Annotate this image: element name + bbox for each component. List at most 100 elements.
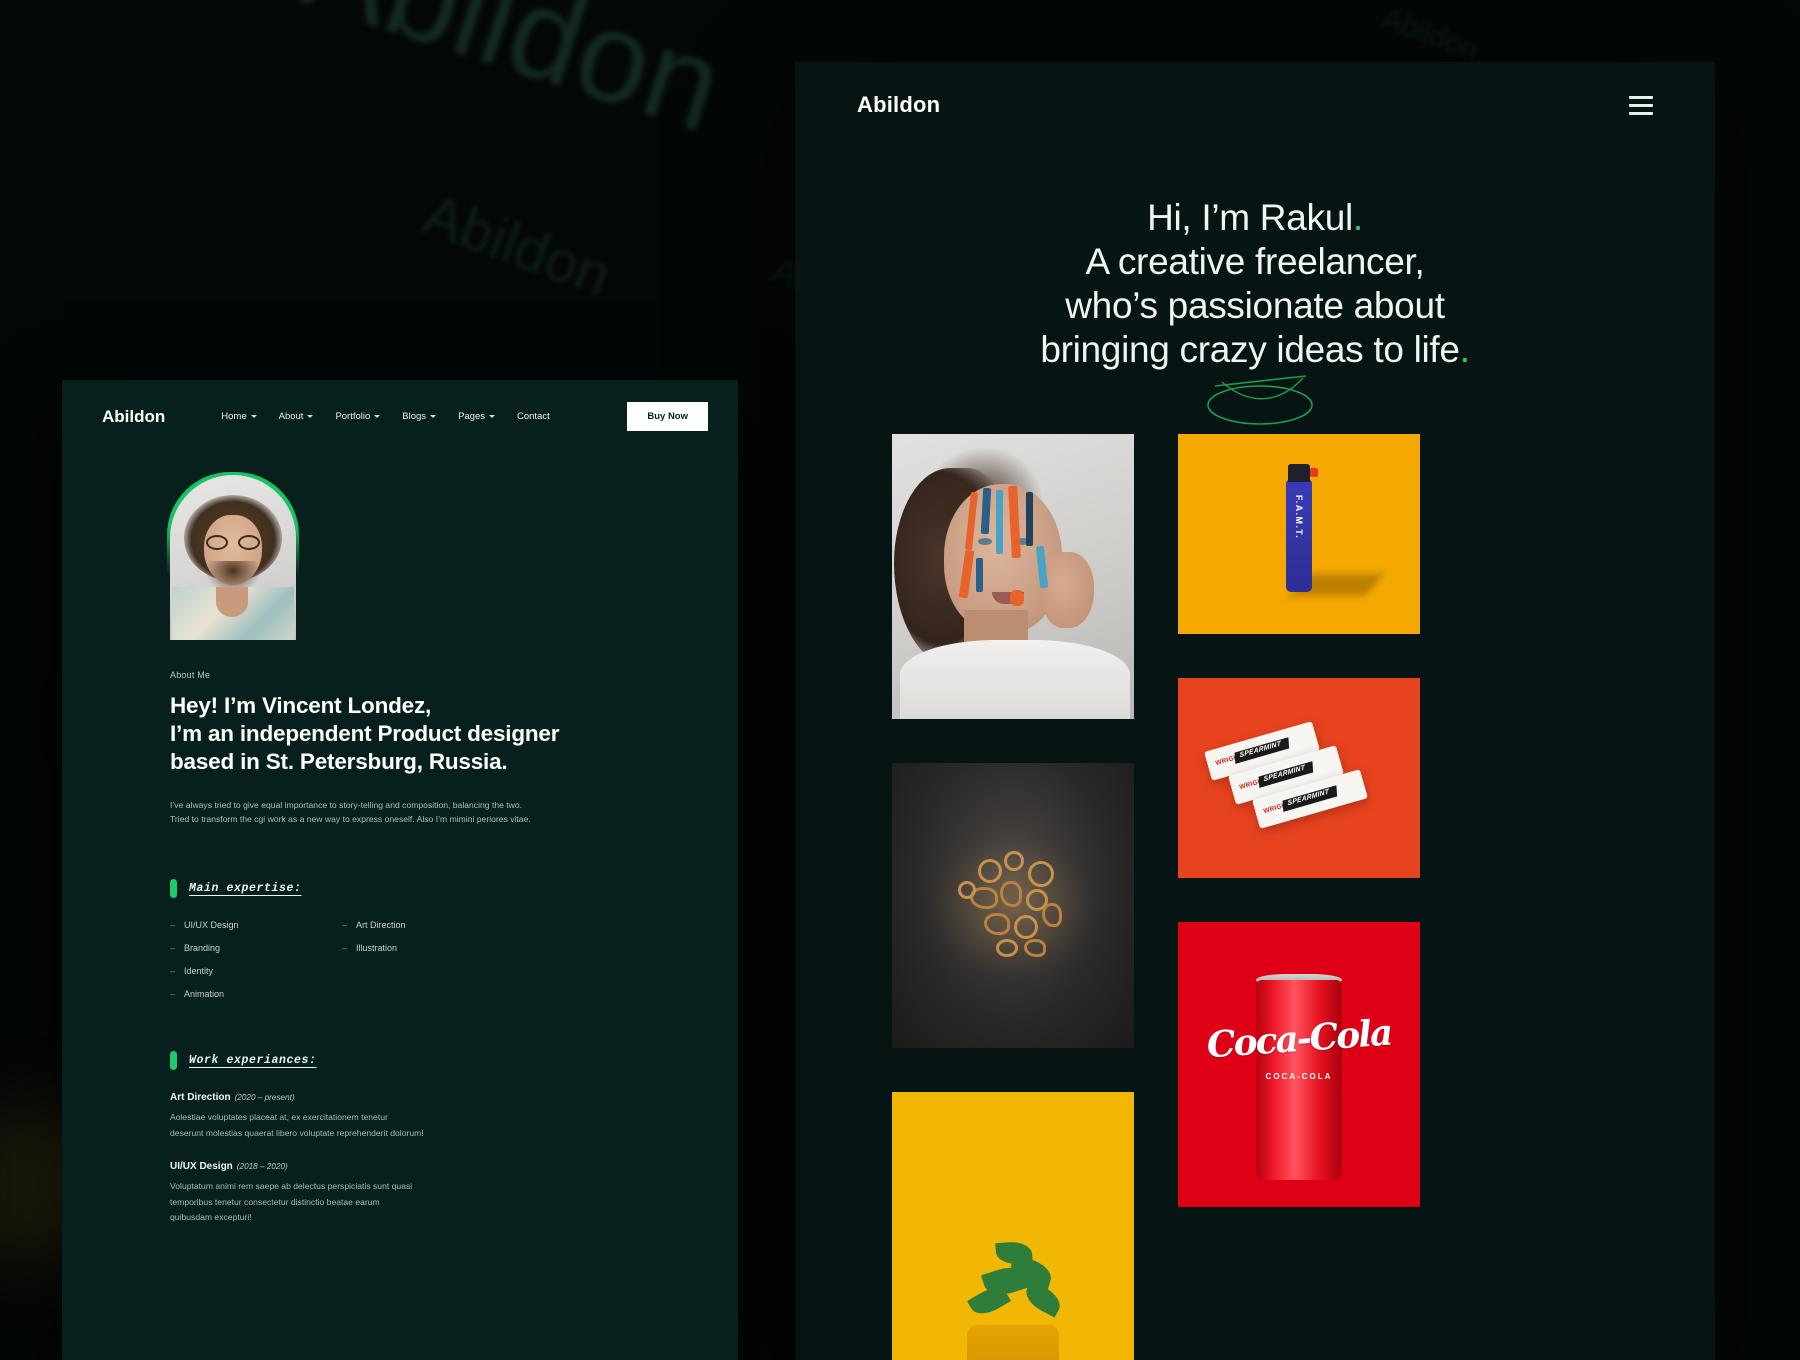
lens-shape xyxy=(206,535,228,550)
work-description: Aolestiae voluptates placeat at, ex exer… xyxy=(170,1110,690,1141)
paint-streak xyxy=(1026,492,1033,547)
pasta-curl xyxy=(1000,881,1022,908)
headline-line-1: Hey! I’m Vincent Londez, xyxy=(170,693,432,718)
hero-line-2: A creative freelancer, xyxy=(1085,241,1425,283)
work-desc-line: Voluptatum animi rem saepe ab delectus p… xyxy=(170,1181,413,1192)
nav-item-contact[interactable]: Contact xyxy=(517,411,550,422)
back-site-header: Abildon xyxy=(795,62,1715,118)
nav-label: Portfolio xyxy=(335,411,371,422)
chevron-down-icon xyxy=(374,415,381,418)
expertise-list: – UI/UX Design – Branding – Identity – Anima… xyxy=(170,920,690,999)
portfolio-item-blue-lighter-on-yellow[interactable]: F.A.M.T. xyxy=(1178,434,1420,635)
work-period: (2020 – present) xyxy=(234,1093,295,1103)
page-title: Hey! I’m Vincent Londez, I’m an independ… xyxy=(170,692,690,776)
dash-bullet-icon: – xyxy=(170,989,176,1000)
hamburger-bar xyxy=(1629,111,1653,115)
portfolio-column-left xyxy=(892,434,1134,1360)
front-site-logo[interactable]: Abildon xyxy=(102,407,165,427)
hamburger-menu-icon[interactable] xyxy=(1629,95,1653,115)
headline-line-2: I’m an independent Product designer xyxy=(170,720,560,746)
hero-line-4: bringing crazy ideas to life. xyxy=(795,328,1715,372)
gum-product: SPEARMINT xyxy=(1263,764,1306,784)
work-role: UI/UX Design (2018 – 2020) xyxy=(170,1161,690,1172)
avatar xyxy=(167,472,299,640)
list-item: – Art Direction xyxy=(342,920,406,930)
portfolio-item-coca-cola-can[interactable]: Coca-Cola COCA-COLA xyxy=(1178,922,1420,1208)
nav-item-portfolio[interactable]: Portfolio xyxy=(335,411,381,422)
hero-line-4-text: bringing crazy ideas to life xyxy=(1040,329,1460,371)
work-period: (2018 – 2020) xyxy=(236,1162,288,1172)
expertise-label: Animation xyxy=(184,989,225,1000)
portfolio-item-painted-face-portrait[interactable] xyxy=(892,434,1134,720)
back-site-logo[interactable]: Abildon xyxy=(857,92,940,118)
chevron-down-icon xyxy=(307,415,314,418)
lighter-label: F.A.M.T. xyxy=(1294,494,1304,540)
front-site-panel: Abildon Home About Portfolio Blogs Pages… xyxy=(62,380,738,1360)
hero-dot: . xyxy=(1459,329,1470,371)
leaf-shape xyxy=(995,1240,1033,1266)
pasta-curl xyxy=(1024,939,1046,958)
main-expertise-title: Main expertise: xyxy=(189,882,302,896)
gum-product-bar: SPEARMINT xyxy=(1282,785,1338,812)
portfolio-item-plant-on-yellow[interactable] xyxy=(892,1092,1134,1360)
portfolio-item-wrigleys-spearmint-gum[interactable]: WRIGLEY’S SPEARMINT WRIGLEY’S SPEARMINT … xyxy=(1178,678,1420,879)
about-me-label: About Me xyxy=(170,670,211,680)
hamburger-bar xyxy=(1629,95,1653,99)
hero-line-1: Hi, I’m Rakul. xyxy=(795,196,1715,240)
expertise-label: UI/UX Design xyxy=(184,920,239,931)
green-circle-annotation-icon xyxy=(1207,375,1313,425)
pot-shape xyxy=(967,1325,1059,1360)
nav-label: Pages xyxy=(458,411,485,422)
back-site-panel: Abildon Hi, I’m Rakul. A creative freela… xyxy=(795,62,1715,1360)
list-item: – UI/UX Design xyxy=(170,920,342,930)
pasta-curl xyxy=(1014,915,1038,940)
nav-item-blogs[interactable]: Blogs xyxy=(402,411,437,422)
hero-section: Hi, I’m Rakul. A creative freelancer, wh… xyxy=(795,196,1715,425)
nav-label: Home xyxy=(221,411,247,422)
nav-item-home[interactable]: Home xyxy=(221,411,257,422)
chevron-down-icon xyxy=(430,415,437,418)
pasta-curl xyxy=(1042,903,1062,928)
nav-label: Blogs xyxy=(402,411,427,422)
list-item: – Identity xyxy=(170,966,342,976)
buy-now-button[interactable]: Buy Now xyxy=(627,402,708,431)
green-accent-bar xyxy=(170,879,177,899)
green-accent-bar xyxy=(170,1051,177,1071)
paint-streak xyxy=(976,558,983,593)
hero-greeting: Hi, I’m xyxy=(1147,197,1260,238)
chevron-down-icon xyxy=(250,415,257,418)
list-item: – Illustration xyxy=(342,943,406,953)
pasta-curl xyxy=(1004,851,1024,872)
hero-dot: . xyxy=(1352,197,1363,238)
work-experience-list: Art Direction (2020 – present) Aolestiae … xyxy=(170,1092,690,1225)
about-body-line-1: I’ve always tried to give equal importan… xyxy=(170,799,523,810)
work-role: Art Direction (2020 – present) xyxy=(170,1092,690,1103)
nav-item-about[interactable]: About xyxy=(279,411,314,422)
pasta-curl xyxy=(984,913,1010,936)
avatar-photo xyxy=(170,475,296,640)
about-section: About Me Hey! I’m Vincent Londez, I’m an… xyxy=(62,431,738,1226)
leaf-shape xyxy=(1021,1280,1065,1318)
expertise-label: Art Direction xyxy=(356,920,406,931)
coca-cola-logo: Coca-Cola xyxy=(1205,1011,1393,1067)
dash-bullet-icon: – xyxy=(170,920,176,931)
portfolio-column-right: F.A.M.T. WRIGLEY’S SPEARMINT WRIGLEY’S S… xyxy=(1178,434,1420,1360)
work-desc-line: Aolestiae voluptates placeat at, ex exer… xyxy=(170,1112,388,1123)
watermark-text: Abildon xyxy=(1377,1,1483,68)
portfolio-item-pasta-curls-still-life[interactable] xyxy=(892,763,1134,1049)
lens-shape xyxy=(238,535,260,550)
front-site-navbar: Abildon Home About Portfolio Blogs Pages… xyxy=(62,380,738,431)
about-body-text: I’ve always tried to give equal importan… xyxy=(170,798,570,828)
nav-item-pages[interactable]: Pages xyxy=(458,411,495,422)
portfolio-grid: F.A.M.T. WRIGLEY’S SPEARMINT WRIGLEY’S S… xyxy=(795,434,1715,1360)
work-experience-item: UI/UX Design (2018 – 2020) Voluptatum ani… xyxy=(170,1161,690,1225)
work-experiences-title: Work experiances: xyxy=(189,1054,317,1068)
expertise-column-2: – Art Direction – Illustration xyxy=(342,920,406,999)
dash-bullet-icon: – xyxy=(170,943,176,954)
headline-line-3: based in St. Petersburg, Russia. xyxy=(170,748,508,774)
shirt-shape xyxy=(900,640,1130,720)
expertise-label: Illustration xyxy=(356,943,398,954)
list-item: – Animation xyxy=(170,989,342,999)
hamburger-bar xyxy=(1629,103,1653,107)
work-role-label: Art Direction xyxy=(170,1092,231,1104)
